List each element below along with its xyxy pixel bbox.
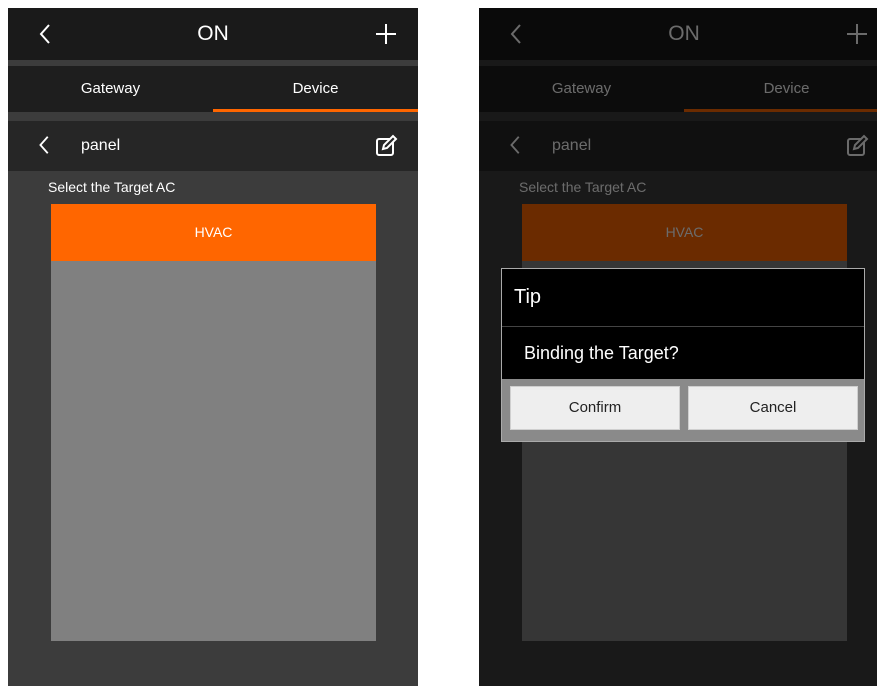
screen-bind-dialog: ON Gateway Device panel Select the Targe… (479, 8, 877, 686)
add-icon[interactable] (374, 22, 398, 46)
page-title: ON (197, 22, 229, 45)
panel-back-icon[interactable] (34, 134, 56, 156)
screen-select-target: ON Gateway Device panel Select the Targe… (8, 8, 418, 686)
panel-label: panel (81, 137, 121, 154)
top-bar: ON (8, 8, 418, 60)
panel-bar: panel (8, 121, 418, 171)
edit-icon[interactable] (374, 134, 398, 158)
dialog-message: Binding the Target? (524, 343, 679, 363)
tab-device[interactable]: Device (213, 66, 418, 112)
dialog-title: Tip (514, 286, 542, 308)
tab-bar: Gateway Device (8, 66, 418, 112)
tip-dialog: Tip Binding the Target? Confirm Cancel (501, 268, 865, 442)
confirm-button[interactable]: Confirm (510, 386, 680, 430)
target-ac-list: HVAC (51, 204, 376, 641)
cancel-button[interactable]: Cancel (688, 386, 858, 430)
dialog-divider (502, 326, 864, 327)
tab-gateway[interactable]: Gateway (8, 66, 213, 112)
dialog-header: Tip Binding the Target? (502, 269, 864, 379)
list-item-hvac[interactable]: HVAC (51, 204, 376, 261)
instruction-text: Select the Target AC (48, 179, 176, 195)
